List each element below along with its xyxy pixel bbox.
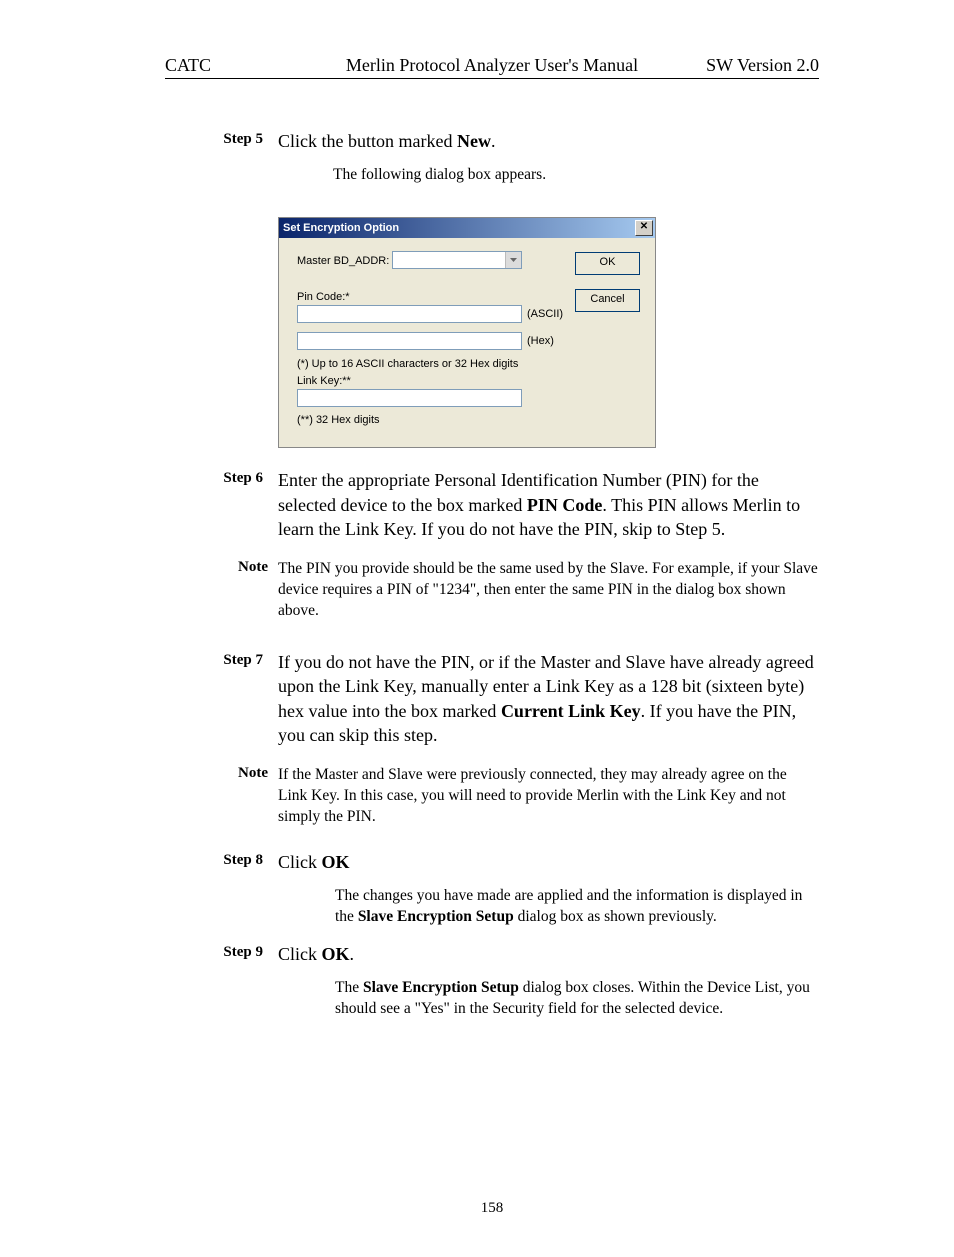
step-9: Step 9 Click OK. [165,942,819,966]
ascii-label: (ASCII) [527,308,563,320]
step-5-text-pre: Click the button marked [278,131,457,151]
pin-code-hex-input[interactable] [297,332,522,350]
step-6-body: Enter the appropriate Personal Identific… [278,468,819,541]
step-8-pre: Click [278,852,322,872]
step-6-bold1: PIN Code [527,495,603,515]
dialog-titlebar: Set Encryption Option ✕ [279,218,655,238]
step-5-label: Step 5 [165,129,278,199]
step-8-sub: The changes you have made are applied an… [335,886,819,928]
step-8-sub-seg2: dialog box as shown previously. [514,908,717,925]
header-left: CATC [165,55,325,76]
link-key-label: Link Key:** [297,375,351,387]
step-5: Step 5 Click the button marked New. The … [165,129,819,199]
step-5-bold: New [457,131,491,151]
chevron-down-icon[interactable] [505,252,521,268]
link-key-note: (**) 32 Hex digits [297,414,380,426]
step-9-bold: OK [322,944,350,964]
note-6: Note The PIN you provide should be the s… [165,559,819,622]
header-right: SW Version 2.0 [659,55,819,76]
link-key-input[interactable] [297,389,522,407]
step-9-sub: The Slave Encryption Setup dialog box cl… [335,978,819,1020]
page-header: CATC Merlin Protocol Analyzer User's Man… [165,55,819,79]
step-5-sub: The following dialog box appears. [333,165,819,185]
dialog-title: Set Encryption Option [283,222,399,234]
step-8-sub-bold: Slave Encryption Setup [358,908,514,925]
step-7-bold1: Current Link Key [501,701,641,721]
note-7: Note If the Master and Slave were previo… [165,765,819,828]
step-7: Step 7 If you do not have the PIN, or if… [165,650,819,747]
hex-label: (Hex) [527,335,554,347]
note-6-label: Note [165,559,278,622]
step-9-post: . [350,944,355,964]
step-7-label: Step 7 [165,650,278,747]
step-5-text-post: . [491,131,496,151]
step-6-label: Step 6 [165,468,278,541]
master-bd-addr-label: Master BD_ADDR: [297,255,389,267]
master-bd-addr-combo[interactable] [392,251,522,269]
cancel-button[interactable]: Cancel [575,289,640,312]
step-9-sub-bold: Slave Encryption Setup [363,979,519,996]
page: CATC Merlin Protocol Analyzer User's Man… [0,0,954,1257]
step-5-body: Click the button marked New. The followi… [278,129,819,199]
header-center: Merlin Protocol Analyzer User's Manual [325,55,659,76]
step-7-body: If you do not have the PIN, or if the Ma… [278,650,819,747]
note-7-body: If the Master and Slave were previously … [278,765,819,828]
step-9-pre: Click [278,944,322,964]
step-8-bold: OK [322,852,350,872]
set-encryption-dialog: Set Encryption Option ✕ Master BD_ADDR: … [278,217,656,448]
step-6: Step 6 Enter the appropriate Personal Id… [165,468,819,541]
pin-asterisk-note: (*) Up to 16 ASCII characters or 32 Hex … [297,358,518,370]
step-8-body: Click OK [278,850,819,874]
note-6-body: The PIN you provide should be the same u… [278,559,819,622]
ok-button[interactable]: OK [575,252,640,275]
step-8-label: Step 8 [165,850,278,874]
step-9-body: Click OK. [278,942,819,966]
pin-code-ascii-input[interactable] [297,305,522,323]
dialog-wrap: Set Encryption Option ✕ Master BD_ADDR: … [278,217,819,448]
note-7-label: Note [165,765,278,828]
close-icon[interactable]: ✕ [635,220,653,236]
step-9-sub-seg1: The [335,979,363,996]
step-8: Step 8 Click OK [165,850,819,874]
pin-code-label: Pin Code:* [297,291,350,303]
step-9-label: Step 9 [165,942,278,966]
dialog-body: Master BD_ADDR: OK Cancel Pin Code:* (AS… [279,238,655,447]
page-number: 158 [165,1200,819,1217]
